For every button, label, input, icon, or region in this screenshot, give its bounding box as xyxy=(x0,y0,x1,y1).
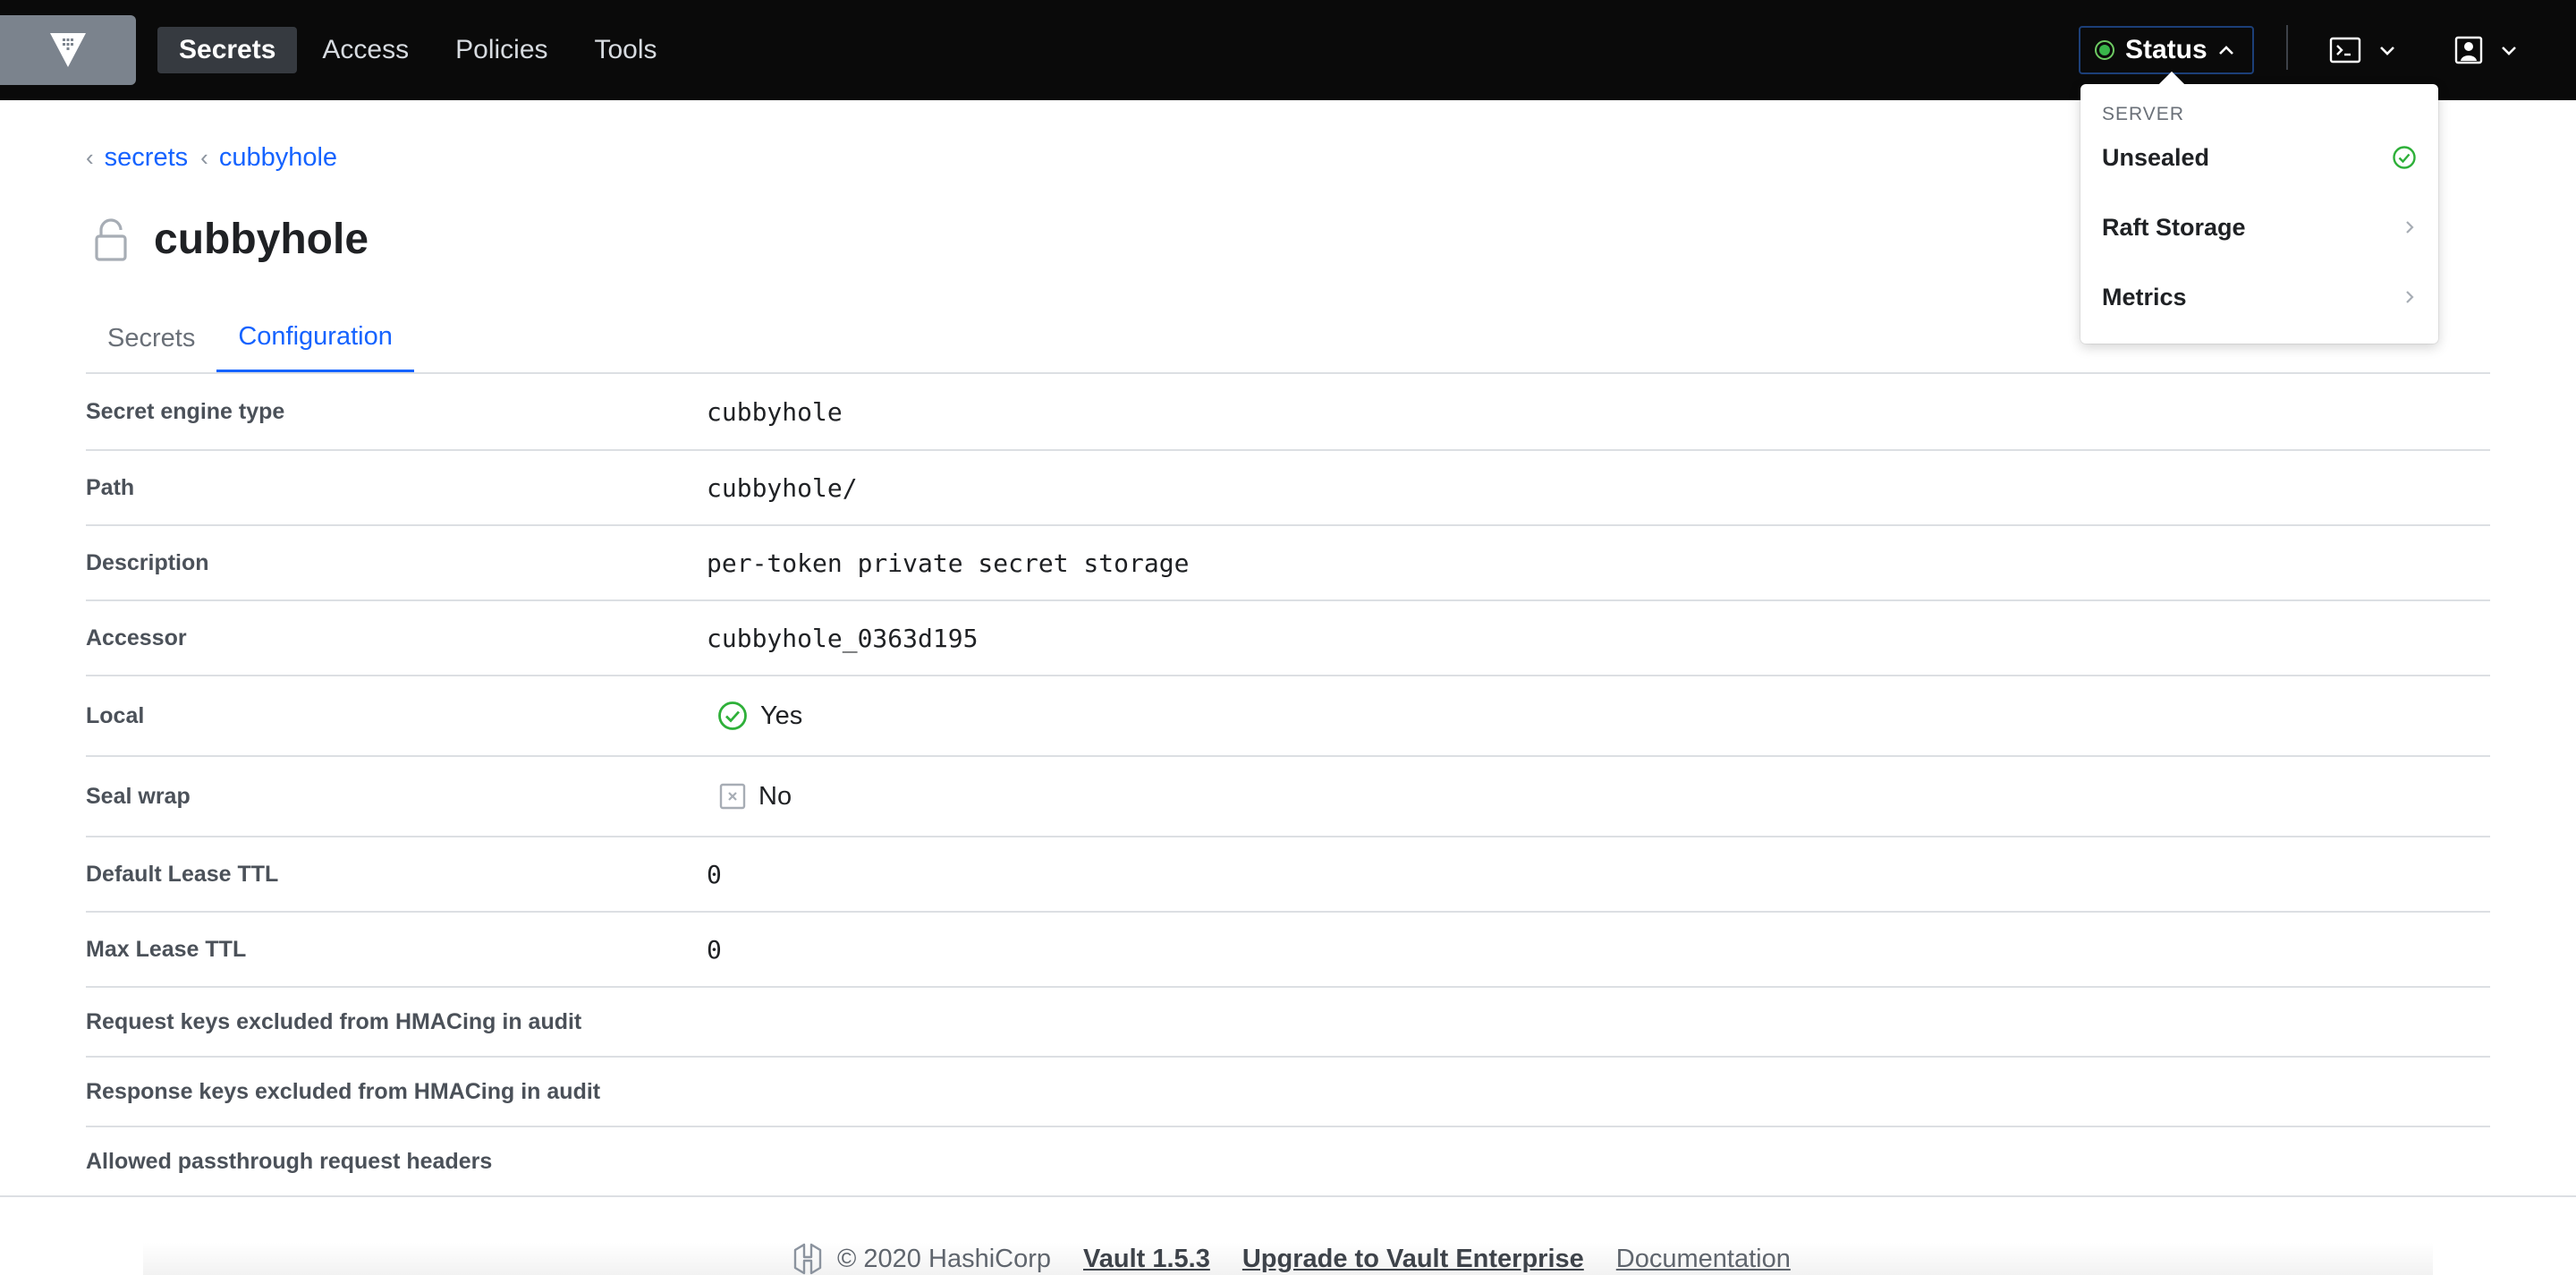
terminal-icon xyxy=(2329,37,2361,64)
menu-heading: SERVER xyxy=(2102,104,2184,124)
row-label: Default Lease TTL xyxy=(86,861,279,887)
page-title: cubbyhole xyxy=(154,216,369,263)
row-value: 0 xyxy=(707,859,722,889)
table-row: Response keys excluded from HMACing in a… xyxy=(86,1058,2490,1127)
nav-access[interactable]: Access xyxy=(301,27,430,73)
breadcrumb-label: cubbyhole xyxy=(218,143,338,172)
row-label: Max Lease TTL xyxy=(86,936,247,962)
copyright: © 2020 HashiCorp xyxy=(791,1242,1051,1275)
row-value: Yes xyxy=(707,701,802,731)
menu-item-unsealed[interactable]: Unsealed xyxy=(2080,128,2438,187)
row-value: cubbyhole/ xyxy=(707,472,858,503)
vault-logo[interactable] xyxy=(0,15,136,85)
menu-item-metrics[interactable]: Metrics xyxy=(2080,268,2438,327)
table-row: Default Lease TTL 0 xyxy=(86,837,2490,913)
table-row: Max Lease TTL 0 xyxy=(86,913,2490,988)
main-nav: Secrets Access Policies Tools xyxy=(157,27,679,73)
table-row: Seal wrap No xyxy=(86,757,2490,837)
row-value: cubbyhole_0363d195 xyxy=(707,623,979,653)
config-table: Secret engine type cubbyhole Path cubbyh… xyxy=(86,372,2490,1197)
menu-item-label: Raft Storage xyxy=(2102,213,2246,241)
chevron-left-icon: ‹ xyxy=(200,144,208,171)
row-value: cubbyhole xyxy=(707,396,843,427)
version-link[interactable]: Vault 1.5.3 xyxy=(1083,1245,1210,1274)
breadcrumb-cubbyhole[interactable]: ‹ cubbyhole xyxy=(200,143,337,173)
row-label: Allowed passthrough request headers xyxy=(86,1148,493,1174)
chevron-right-icon xyxy=(2406,221,2414,234)
breadcrumb: ‹ secrets ‹ cubbyhole xyxy=(86,143,337,173)
row-label: Secret engine type xyxy=(86,398,285,424)
table-row: Secret engine type cubbyhole xyxy=(86,374,2490,451)
status-button[interactable]: Status xyxy=(2079,26,2254,74)
chevron-down-icon xyxy=(2380,47,2394,55)
row-label: Accessor xyxy=(86,625,187,650)
table-row: Allowed passthrough request headers xyxy=(86,1127,2490,1197)
check-circle-icon xyxy=(718,701,747,730)
table-row: Request keys excluded from HMACing in au… xyxy=(86,988,2490,1058)
chevron-up-icon xyxy=(2218,46,2233,55)
local-value: Yes xyxy=(760,701,803,730)
nav-tools[interactable]: Tools xyxy=(573,27,679,73)
row-label: Request keys excluded from HMACing in au… xyxy=(86,1008,582,1034)
chevron-right-icon xyxy=(2406,291,2414,303)
status-menu: SERVER Unsealed Raft Storage Metrics xyxy=(2080,84,2438,344)
vault-logo-icon xyxy=(50,33,86,67)
menu-item-label: Metrics xyxy=(2102,283,2187,310)
menu-item-raft-storage[interactable]: Raft Storage xyxy=(2080,198,2438,257)
row-label: Description xyxy=(86,549,209,575)
x-square-icon xyxy=(719,783,746,810)
upgrade-link[interactable]: Upgrade to Vault Enterprise xyxy=(1242,1245,1584,1274)
table-row: Local Yes xyxy=(86,676,2490,757)
row-value: No xyxy=(707,782,792,812)
row-label: Response keys excluded from HMACing in a… xyxy=(86,1078,601,1104)
tab-configuration[interactable]: Configuration xyxy=(216,304,414,372)
table-row: Accessor cubbyhole_0363d195 xyxy=(86,601,2490,676)
page-header: cubbyhole xyxy=(93,215,369,264)
nav-divider xyxy=(2286,25,2288,70)
nav-secrets[interactable]: Secrets xyxy=(157,27,298,73)
console-toggle-button[interactable] xyxy=(2329,32,2395,68)
hashicorp-logo-icon xyxy=(793,1243,822,1275)
user-menu-button[interactable] xyxy=(2454,32,2517,68)
table-row: Path cubbyhole/ xyxy=(86,451,2490,526)
seal-wrap-value: No xyxy=(758,781,792,811)
status-label: Status xyxy=(2125,35,2207,64)
row-label: Seal wrap xyxy=(86,783,191,809)
check-circle-icon xyxy=(2393,146,2416,169)
row-value: per-token private secret storage xyxy=(707,548,1190,578)
chevron-down-icon xyxy=(2502,47,2516,55)
tab-bar: Secrets Configuration xyxy=(86,304,414,372)
table-row: Description per-token private secret sto… xyxy=(86,526,2490,601)
breadcrumb-label: secrets xyxy=(104,143,189,172)
footer-content: © 2020 HashiCorp Vault 1.5.3 Upgrade to … xyxy=(791,1242,1791,1275)
row-value: 0 xyxy=(707,934,722,965)
chevron-left-icon: ‹ xyxy=(86,144,94,171)
row-label: Local xyxy=(86,702,145,728)
lock-icon xyxy=(95,217,127,261)
breadcrumb-secrets[interactable]: ‹ secrets xyxy=(86,143,188,173)
tab-secrets[interactable]: Secrets xyxy=(86,304,216,372)
documentation-link[interactable]: Documentation xyxy=(1616,1245,1791,1274)
nav-policies[interactable]: Policies xyxy=(434,27,569,73)
user-icon xyxy=(2454,36,2483,64)
row-label: Path xyxy=(86,474,135,500)
menu-item-label: Unsealed xyxy=(2102,143,2210,171)
status-indicator-icon xyxy=(2095,40,2114,60)
copyright-text: © 2020 HashiCorp xyxy=(837,1244,1051,1273)
